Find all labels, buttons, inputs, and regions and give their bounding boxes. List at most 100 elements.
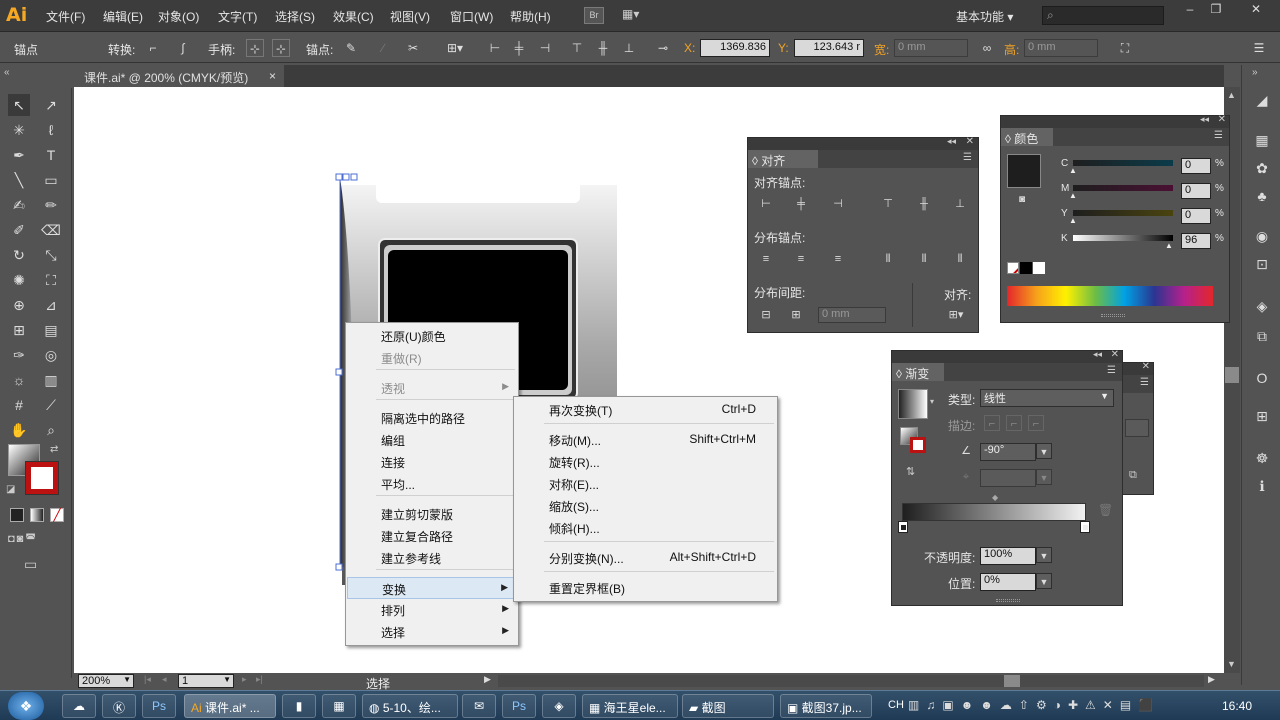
blob-brush-tool-icon[interactable]: ✐ — [8, 219, 30, 241]
close-panel-icon[interactable]: ✕ — [966, 136, 974, 147]
context-menu-item[interactable]: 隔离选中的路径 — [347, 407, 517, 429]
taskbar-app-icon[interactable]: ▦ — [322, 694, 356, 718]
menu-select[interactable]: 选择(S) — [275, 8, 315, 25]
drawing-modes-icon[interactable]: ◘◙◚ — [8, 532, 38, 545]
minimize-icon[interactable]: – — [1180, 2, 1200, 18]
align-bottom-icon[interactable]: ⊥ — [620, 39, 638, 57]
show-handles-icon[interactable]: ⊹ — [246, 39, 264, 57]
rotate-tool-icon[interactable]: ↻ — [8, 244, 30, 266]
taskbar-app[interactable]: ▦ 海王星ele... — [582, 694, 678, 718]
eyedropper-tool-icon[interactable]: ✑ — [8, 344, 30, 366]
screen-mode-icon[interactable]: ▭ — [24, 556, 37, 573]
resize-grip[interactable] — [1101, 314, 1125, 317]
layers-icon[interactable]: ◈ — [1252, 298, 1272, 318]
h-distribute-right-icon[interactable]: ⫴ — [952, 251, 968, 267]
first-artboard-icon[interactable]: |◂ — [144, 674, 151, 685]
h-distribute-left-icon[interactable]: ⫴ — [880, 251, 896, 267]
scroll-up-icon[interactable]: ▲ — [1227, 90, 1236, 100]
symbol-sprayer-tool-icon[interactable]: ☼ — [8, 369, 30, 391]
artboards-icon[interactable]: ⧉ — [1252, 328, 1272, 348]
close-window-icon[interactable]: ✕ — [1246, 2, 1266, 18]
context-menu-item[interactable]: 编组 — [347, 429, 517, 451]
context-menu-item[interactable]: 排列 ▶ — [347, 599, 517, 621]
transform-panel-icon[interactable]: ⛶ — [1116, 39, 1134, 57]
align-options-icon[interactable]: ⊞▾ — [446, 39, 464, 57]
close-tab-icon[interactable]: × — [269, 69, 276, 83]
scroll-thumb[interactable] — [1225, 367, 1239, 383]
none-swatch[interactable] — [1007, 262, 1019, 274]
close-panel-icon[interactable]: ✕ — [1142, 361, 1150, 372]
convert-corner-icon[interactable]: ⌐ — [144, 39, 162, 57]
collapse-panel-icon[interactable]: ◂◂ — [1093, 349, 1102, 360]
warp-tool-icon[interactable]: ✺ — [8, 269, 30, 291]
appearance-icon[interactable]: ⊡ — [1252, 256, 1272, 276]
pencil-tool-icon[interactable]: ✏ — [40, 194, 62, 216]
artboard-field[interactable]: 1 ▼ — [178, 674, 234, 688]
height-field[interactable]: 0 mm — [1024, 39, 1098, 57]
stacked-icon[interactable]: ⧉ — [1129, 469, 1137, 482]
magic-wand-tool-icon[interactable]: ✳ — [8, 119, 30, 141]
none-mode-icon[interactable]: ╱ — [50, 508, 64, 522]
delete-stop-icon[interactable]: 🗑 — [1098, 503, 1113, 517]
stroke-swatch[interactable] — [25, 461, 59, 495]
taskbar-image[interactable]: ▣ 截图37.jp... — [780, 694, 872, 718]
channel-value-field[interactable]: 96 — [1181, 233, 1211, 249]
blend-tool-icon[interactable]: ◎ — [40, 344, 62, 366]
submenu-item[interactable]: 旋转(R)... — [515, 451, 776, 473]
workspace-switcher[interactable]: 基本功能 ▾ — [956, 8, 1013, 25]
menu-object[interactable]: 对象(O) — [158, 8, 199, 25]
gradient-tool-icon[interactable]: ▤ — [40, 319, 62, 341]
h-align-center-icon[interactable]: ╪ — [793, 196, 809, 212]
color-guide-icon[interactable]: ◢ — [1252, 92, 1272, 112]
panel-menu-icon[interactable]: ☰ — [963, 152, 972, 163]
paintbrush-tool-icon[interactable]: ✍ — [8, 194, 30, 216]
status-menu-icon[interactable]: ▶ — [484, 674, 491, 685]
v-distribute-top-icon[interactable]: ≡ — [758, 251, 774, 267]
close-panel-icon[interactable]: ✕ — [1218, 114, 1226, 125]
slice-tool-icon[interactable]: ⟋ — [40, 394, 62, 416]
reverse-gradient-icon[interactable]: ⇅ — [906, 465, 915, 478]
white-swatch[interactable] — [1033, 262, 1045, 274]
align-right-icon[interactable]: ⊣ — [536, 39, 554, 57]
channel-slider[interactable] — [1073, 235, 1173, 241]
constrain-proportions-icon[interactable]: ∞ — [978, 39, 996, 57]
taskbar-app-icon[interactable]: Ⓚ — [102, 694, 136, 718]
remove-anchor-icon[interactable]: ✎ — [342, 39, 360, 57]
fill-color-swatch[interactable] — [1007, 154, 1041, 188]
gradient-tab[interactable]: ◊ 渐变 — [892, 363, 944, 381]
stroke-gradient-across-icon[interactable]: ⌐ — [1028, 415, 1044, 431]
scale-tool-icon[interactable]: ⤡ — [40, 244, 62, 266]
stacked-field[interactable] — [1125, 419, 1149, 437]
mesh-tool-icon[interactable]: ⊞ — [8, 319, 30, 341]
gradient-type-select[interactable]: 线性 ▼ — [980, 389, 1114, 407]
channel-slider[interactable] — [1073, 185, 1173, 191]
collapse-toolbar-icon[interactable]: « — [4, 67, 10, 78]
v-align-top-icon[interactable]: ⊤ — [880, 196, 896, 212]
spacing-field[interactable]: 0 mm — [818, 307, 886, 323]
align-vcenter-icon[interactable]: ╫ — [594, 39, 612, 57]
menu-view[interactable]: 视图(V) — [390, 8, 430, 25]
symbols-icon[interactable]: ♣ — [1252, 188, 1272, 208]
convert-smooth-icon[interactable]: ∫ — [174, 39, 192, 57]
bridge-button[interactable]: Br — [584, 7, 604, 24]
hide-handles-icon[interactable]: ⊹ — [272, 39, 290, 57]
align-left-icon[interactable]: ⊢ — [486, 39, 504, 57]
brushes-icon[interactable]: ✿ — [1252, 160, 1272, 180]
submenu-item[interactable]: 分别变换(N)... Alt+Shift+Ctrl+D — [515, 547, 776, 569]
arrange-documents-icon[interactable]: ▦▾ — [622, 7, 650, 24]
submenu-item[interactable]: 对称(E)... — [515, 473, 776, 495]
collapse-panel-icon[interactable]: ◂◂ — [1200, 114, 1209, 125]
h-align-left-icon[interactable]: ⊢ — [758, 196, 774, 212]
taskbar-folder[interactable]: ▰ 截图 — [682, 694, 774, 718]
stroke-icon[interactable]: ◉ — [1252, 228, 1272, 248]
close-panel-icon[interactable]: ✕ — [1111, 349, 1119, 360]
opacity-field[interactable]: 100% — [980, 547, 1036, 565]
swap-fill-stroke-icon[interactable]: ⇄ — [50, 444, 58, 455]
context-menu-item[interactable]: 还原(U)颜色 — [347, 325, 517, 347]
align-tab[interactable]: ◊ 对齐 — [748, 150, 818, 168]
character-icon[interactable]: O — [1252, 370, 1272, 390]
gradient-mode-icon[interactable] — [30, 508, 44, 522]
width-field[interactable]: 0 mm — [894, 39, 968, 57]
photoshop-icon[interactable]: Ps — [502, 694, 536, 718]
color-tab[interactable]: ◊ 颜色 — [1001, 128, 1053, 146]
